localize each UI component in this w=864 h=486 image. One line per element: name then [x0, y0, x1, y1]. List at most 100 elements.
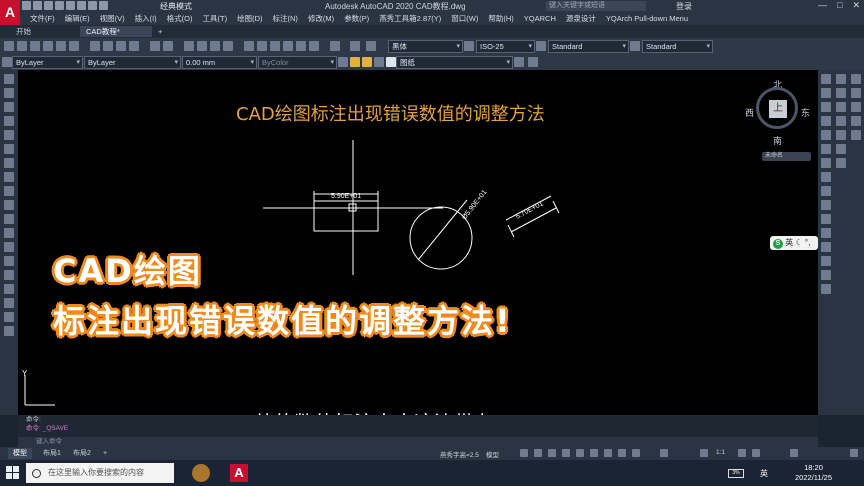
- point-icon[interactable]: [4, 256, 14, 266]
- menu-view[interactable]: 视图(V): [100, 13, 125, 24]
- ortho-toggle-icon[interactable]: [548, 449, 556, 457]
- input-language-indicator[interactable]: 英: [760, 468, 768, 479]
- layer-previous-icon[interactable]: [528, 57, 538, 67]
- print-preview-icon[interactable]: [77, 1, 86, 10]
- copy-object-icon[interactable]: [821, 88, 831, 98]
- open-file-icon[interactable]: [33, 1, 42, 10]
- lineweight-combo[interactable]: 0.00 mm: [182, 56, 257, 69]
- pan-icon[interactable]: [184, 41, 194, 51]
- annotation-scale[interactable]: 1:1: [716, 449, 725, 456]
- text-style-icon[interactable]: [350, 41, 360, 51]
- circle-icon[interactable]: [4, 158, 14, 168]
- customization-menu-icon[interactable]: [850, 449, 858, 457]
- workspace-selector[interactable]: 经典模式: [160, 1, 192, 12]
- trim-icon[interactable]: [821, 200, 831, 210]
- menu-insert[interactable]: 插入(I): [135, 13, 157, 24]
- help-icon[interactable]: [330, 41, 340, 51]
- menu-help[interactable]: 帮助(H): [488, 13, 513, 24]
- layer-properties-icon[interactable]: [338, 57, 348, 67]
- join-icon[interactable]: [821, 242, 831, 252]
- maximize-button[interactable]: □: [837, 0, 842, 11]
- text-style-combo[interactable]: 黑体: [388, 40, 463, 53]
- dim-style-icon[interactable]: [464, 41, 474, 51]
- osnap-toggle-icon[interactable]: [576, 449, 584, 457]
- polygon-icon[interactable]: [4, 116, 14, 126]
- multiline-text-icon[interactable]: [4, 326, 14, 336]
- properties-icon[interactable]: [244, 41, 254, 51]
- scale-icon[interactable]: [821, 172, 831, 182]
- break-icon[interactable]: [821, 228, 831, 238]
- dim-angular-icon[interactable]: [836, 158, 846, 168]
- bulb-icon[interactable]: [350, 57, 360, 67]
- dim-text-aligned[interactable]: 5.70E+01: [515, 200, 545, 220]
- sheet-set-icon[interactable]: [283, 41, 293, 51]
- tab-document[interactable]: CAD教程*: [80, 26, 152, 37]
- undo-icon[interactable]: [88, 1, 97, 10]
- windows-start-icon[interactable]: [6, 466, 20, 480]
- dim-aligned-icon[interactable]: [836, 88, 846, 98]
- layer-combo[interactable]: 图纸: [396, 56, 513, 69]
- line-tool-icon[interactable]: [4, 74, 14, 84]
- table-style-combo[interactable]: Standard: [548, 40, 629, 53]
- text-style-manager-icon[interactable]: [366, 41, 376, 51]
- ime-punct-icon[interactable]: °,: [805, 238, 810, 247]
- chamfer-icon[interactable]: [821, 256, 831, 266]
- close-button[interactable]: ✕: [852, 0, 860, 11]
- construction-line-icon[interactable]: [4, 88, 14, 98]
- rectangle-icon[interactable]: [4, 130, 14, 140]
- workspace-switch-icon[interactable]: [738, 449, 746, 457]
- polyline-icon[interactable]: [4, 102, 14, 112]
- transparency-toggle-icon[interactable]: [618, 449, 626, 457]
- paste-icon[interactable]: [116, 41, 126, 51]
- redo-icon[interactable]: [163, 41, 173, 51]
- menu-yuanquan[interactable]: 源泉设计: [566, 13, 596, 24]
- ellipse-icon[interactable]: [4, 200, 14, 210]
- grid-toggle-icon[interactable]: [520, 449, 528, 457]
- tab-start[interactable]: 开始: [10, 26, 37, 37]
- annotation-monitor-icon[interactable]: [660, 449, 668, 457]
- model-space-toggle[interactable]: 模型: [486, 449, 499, 459]
- arc-icon[interactable]: [4, 144, 14, 154]
- save-as-icon[interactable]: [55, 1, 64, 10]
- plot-icon[interactable]: [43, 41, 53, 51]
- menu-tools[interactable]: 工具(T): [203, 13, 228, 24]
- save-icon[interactable]: [30, 41, 40, 51]
- table-icon[interactable]: [4, 312, 14, 322]
- autocad-taskbar-icon[interactable]: A: [230, 464, 248, 482]
- help-search-input[interactable]: 键入关键字或短语: [546, 1, 646, 11]
- osnap-perpendicular-icon[interactable]: [851, 130, 861, 140]
- taskbar-search-input[interactable]: 在这里输入你要搜索的内容: [26, 463, 174, 483]
- osnap-endpoint-icon[interactable]: [851, 74, 861, 84]
- snap-toggle-icon[interactable]: [534, 449, 542, 457]
- menu-format[interactable]: 格式(O): [167, 13, 193, 24]
- hatch-icon[interactable]: [4, 270, 14, 280]
- sogou-ime-icon[interactable]: S: [773, 239, 783, 249]
- zoom-window-icon[interactable]: [210, 41, 220, 51]
- new-tab-button[interactable]: +: [152, 26, 168, 37]
- dim-diameter-icon[interactable]: [836, 144, 846, 154]
- viewcube-east[interactable]: 东: [801, 106, 810, 119]
- lineweight-toggle-icon[interactable]: [604, 449, 612, 457]
- menu-yanxiu[interactable]: 燕秀工具箱2.87(Y): [379, 13, 441, 24]
- insert-block-icon[interactable]: [4, 228, 14, 238]
- print-icon[interactable]: [66, 1, 75, 10]
- drawing-canvas[interactable]: 5.90E+01 Ø5.90E+01 5.70E+01 Y CAD绘图标注出现错…: [18, 70, 818, 435]
- calculator-icon[interactable]: [309, 41, 319, 51]
- zoom-realtime-icon[interactable]: [197, 41, 207, 51]
- menu-draw[interactable]: 绘图(D): [237, 13, 262, 24]
- osnap-intersection-icon[interactable]: [851, 116, 861, 126]
- revision-cloud-icon[interactable]: [4, 172, 14, 182]
- layer-color-icon[interactable]: [386, 57, 396, 67]
- tool-palettes-icon[interactable]: [270, 41, 280, 51]
- table-style-icon[interactable]: [536, 41, 546, 51]
- fillet-icon[interactable]: [821, 270, 831, 280]
- gradient-icon[interactable]: [4, 284, 14, 294]
- menu-parametric[interactable]: 参数(P): [344, 13, 369, 24]
- menu-window[interactable]: 窗口(W): [451, 13, 478, 24]
- add-scale-icon[interactable]: [752, 449, 760, 457]
- menu-modify[interactable]: 修改(M): [308, 13, 334, 24]
- layout-tab-2[interactable]: 布局2: [68, 448, 96, 459]
- multileader-style-icon[interactable]: [630, 41, 640, 51]
- dim-style-combo[interactable]: ISO-25: [476, 40, 535, 53]
- move-icon[interactable]: [821, 144, 831, 154]
